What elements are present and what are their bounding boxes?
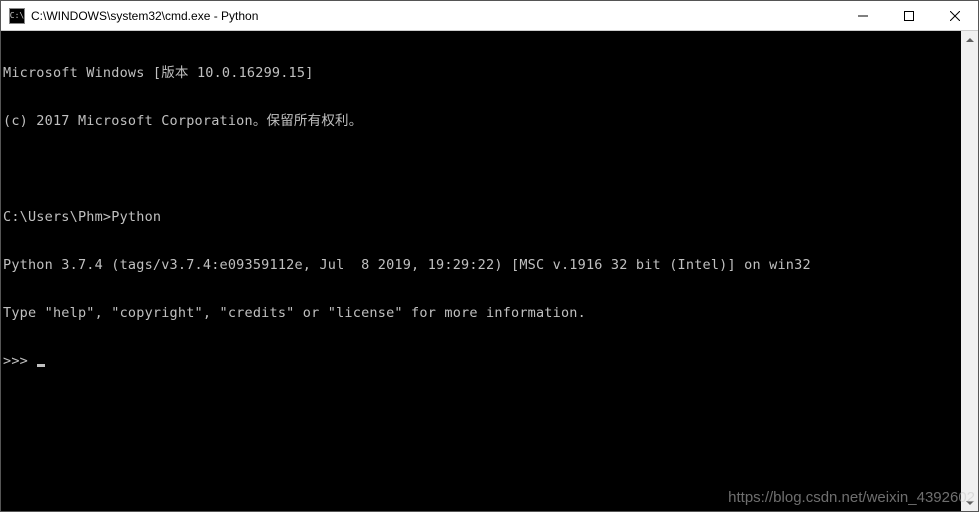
- chevron-down-icon: [966, 501, 974, 505]
- scrollbar-track[interactable]: [961, 48, 978, 494]
- terminal-line: Type "help", "copyright", "credits" or "…: [3, 305, 961, 321]
- terminal[interactable]: Microsoft Windows [版本 10.0.16299.15] (c)…: [1, 31, 961, 511]
- minimize-icon: [858, 11, 868, 21]
- terminal-area: Microsoft Windows [版本 10.0.16299.15] (c)…: [1, 31, 978, 511]
- python-prompt: >>>: [3, 353, 36, 369]
- cmd-window: C:\ C:\WINDOWS\system32\cmd.exe - Python…: [0, 0, 979, 512]
- terminal-line: C:\Users\Phm>Python: [3, 209, 961, 225]
- maximize-button[interactable]: [886, 1, 932, 30]
- close-icon: [950, 11, 960, 21]
- scroll-down-button[interactable]: [961, 494, 978, 511]
- terminal-line: [3, 161, 961, 177]
- window-title: C:\WINDOWS\system32\cmd.exe - Python: [31, 9, 840, 23]
- terminal-line: Python 3.7.4 (tags/v3.7.4:e09359112e, Ju…: [3, 257, 961, 273]
- terminal-prompt-line: >>>: [3, 353, 961, 369]
- terminal-line: Microsoft Windows [版本 10.0.16299.15]: [3, 65, 961, 81]
- window-controls: [840, 1, 978, 30]
- terminal-line: (c) 2017 Microsoft Corporation。保留所有权利。: [3, 113, 961, 129]
- scroll-up-button[interactable]: [961, 31, 978, 48]
- minimize-button[interactable]: [840, 1, 886, 30]
- maximize-icon: [904, 11, 914, 21]
- titlebar[interactable]: C:\ C:\WINDOWS\system32\cmd.exe - Python: [1, 1, 978, 31]
- close-button[interactable]: [932, 1, 978, 30]
- vertical-scrollbar[interactable]: [961, 31, 978, 511]
- cmd-icon: C:\: [9, 8, 25, 24]
- chevron-up-icon: [966, 38, 974, 42]
- cursor: [37, 364, 45, 367]
